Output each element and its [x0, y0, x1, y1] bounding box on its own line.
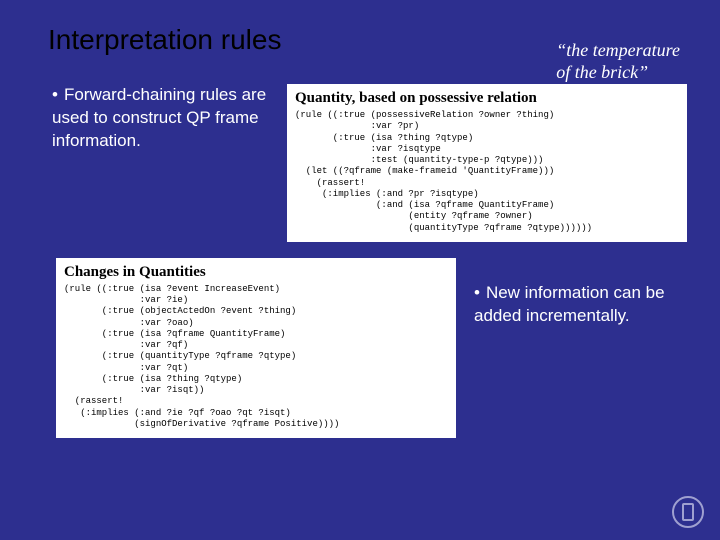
slide: Interpretation rules “the temperature of…: [0, 0, 720, 540]
row-1: •Forward-chaining rules are used to cons…: [48, 84, 688, 242]
bullet-left-text: Forward-chaining rules are used to const…: [52, 85, 266, 150]
tagline: “the temperature of the brick”: [556, 40, 680, 83]
code-box-2: Changes in Quantities (rule ((:true (isa…: [56, 258, 456, 438]
logo-inner-icon: [682, 503, 694, 521]
code-box-1-title: Quantity, based on possessive relation: [295, 90, 679, 107]
tagline-line1: “the temperature: [556, 40, 680, 60]
tagline-line2: of the brick”: [556, 62, 648, 82]
code-box-2-code: (rule ((:true (isa ?event IncreaseEvent)…: [64, 284, 448, 430]
code-box-2-title: Changes in Quantities: [64, 264, 448, 281]
row-2: Changes in Quantities (rule ((:true (isa…: [48, 258, 688, 438]
logo-icon: [672, 496, 704, 528]
bullet-dot-icon: •: [52, 85, 58, 104]
code-box-1-code: (rule ((:true (possessiveRelation ?owner…: [295, 110, 679, 234]
bullet-right: •New information can be added incrementa…: [474, 258, 674, 328]
code-box-1: Quantity, based on possessive relation (…: [287, 84, 687, 242]
bullet-dot-icon: •: [474, 283, 480, 302]
bullet-left: •Forward-chaining rules are used to cons…: [48, 84, 273, 153]
bullet-right-text: New information can be added incremental…: [474, 283, 665, 325]
